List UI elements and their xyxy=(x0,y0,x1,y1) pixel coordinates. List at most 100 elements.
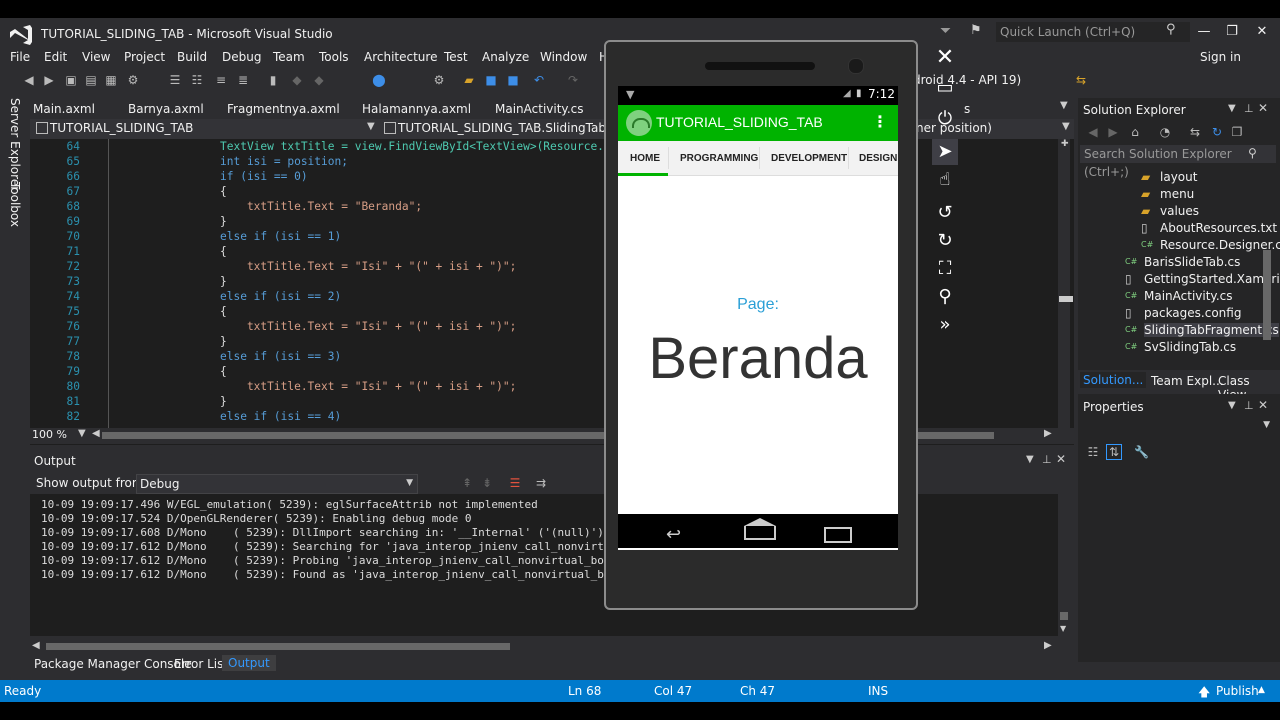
emulator-zoom-icon[interactable]: ⚲ xyxy=(932,284,958,310)
emulator-touch-icon[interactable]: ☝ xyxy=(932,167,958,193)
app-tab-home[interactable]: HOME xyxy=(630,153,660,164)
property-pages-icon[interactable]: 🔧 xyxy=(1134,445,1149,459)
emulator-more-icon[interactable]: » xyxy=(932,312,958,338)
zoom-dropdown-icon[interactable]: ▼ xyxy=(78,428,86,439)
solution-search-input[interactable]: Search Solution Explorer (Ctrl+;) xyxy=(1080,145,1276,179)
solution-scrollbar[interactable] xyxy=(1262,166,1272,356)
tab-error-list[interactable]: Error List xyxy=(174,657,228,671)
emulator-fit-screen-icon[interactable]: ⛶ xyxy=(932,256,958,282)
refresh-icon[interactable]: ↻ xyxy=(1210,125,1224,139)
tab-partial-right[interactable]: s xyxy=(964,102,970,116)
find-next-message-icon[interactable]: ⇟ xyxy=(480,476,494,490)
scroll-left-icon[interactable]: ◀ xyxy=(92,428,100,439)
feedback-icon[interactable]: ⚑ xyxy=(970,23,982,38)
publish-up-icon[interactable]: ▲ xyxy=(1258,685,1265,695)
new-project-icon[interactable]: ▣ xyxy=(64,73,78,87)
open-icon[interactable]: ▤ xyxy=(84,73,98,87)
menu-debug[interactable]: Debug xyxy=(222,50,261,64)
zoom-level[interactable]: 100 % xyxy=(32,428,67,441)
sign-in-link[interactable]: Sign in xyxy=(1200,50,1241,64)
menu-test[interactable]: Test xyxy=(444,50,468,64)
toolbar-extra-icon[interactable]: ⇆ xyxy=(1074,73,1088,87)
save-file-icon[interactable]: ■ xyxy=(484,73,498,87)
toolbox-tab[interactable]: Toolbox xyxy=(8,182,22,227)
output-pin-icon[interactable]: ⊥ xyxy=(1042,453,1052,466)
menu-view[interactable]: View xyxy=(82,50,110,64)
sol-forward-icon[interactable]: ▶ xyxy=(1106,125,1120,139)
props-close-icon[interactable]: ✕ xyxy=(1258,398,1268,412)
editor-vertical-scrollbar[interactable]: ✚ xyxy=(1058,139,1070,429)
app-tab-programming[interactable]: PROGRAMMING xyxy=(680,153,758,164)
props-object-selector[interactable]: ▼ xyxy=(1080,420,1272,434)
solution-tree-item[interactable]: layout xyxy=(1160,170,1197,184)
solution-tree-item[interactable]: SlidingTabFragment.cs xyxy=(1144,323,1279,337)
indent-icon[interactable]: ≡ xyxy=(214,73,228,87)
project-dropdown-icon[interactable]: ▼ xyxy=(367,121,375,132)
align-icon[interactable]: ☰ xyxy=(168,73,182,87)
clear-all-icon[interactable]: ☰ xyxy=(508,476,522,490)
project-selector[interactable]: TUTORIAL_SLIDING_TAB xyxy=(50,121,193,135)
outdent-icon[interactable]: ≣ xyxy=(236,73,250,87)
menu-architecture[interactable]: Architecture xyxy=(364,50,437,64)
output-close-icon[interactable]: ✕ xyxy=(1056,452,1066,466)
search-icon[interactable]: ⚲ xyxy=(1166,22,1176,37)
tab-team-explorer[interactable]: Team Expl... xyxy=(1151,374,1224,388)
emulator-power-icon[interactable]: ⏻ xyxy=(932,106,958,132)
menu-analyze[interactable]: Analyze xyxy=(482,50,529,64)
home-icon[interactable]: ⌂ xyxy=(1128,125,1142,139)
back-icon[interactable]: ◀ xyxy=(22,73,36,87)
nav-back-icon[interactable]: ⬤ xyxy=(372,73,386,87)
android-home-icon[interactable] xyxy=(744,518,776,540)
prev-bookmark-icon[interactable]: ◆ xyxy=(290,73,304,87)
tab-fragmentnya-axml[interactable]: Fragmentnya.axml xyxy=(227,102,340,116)
publish-arrow-icon[interactable]: 🡅 xyxy=(1198,683,1210,704)
menu-project[interactable]: Project xyxy=(124,50,165,64)
solution-tree-item[interactable]: AboutResources.txt xyxy=(1160,221,1277,235)
sol-pin-icon[interactable]: ⊥ xyxy=(1244,102,1254,115)
tab-solution-explorer[interactable]: Solution... xyxy=(1080,372,1147,388)
bookmark-icon[interactable]: ▮ xyxy=(266,73,280,87)
solution-tree-item[interactable]: menu xyxy=(1160,187,1194,201)
sol-search-icon[interactable]: ⚲ xyxy=(1248,146,1257,160)
props-dropdown-icon[interactable]: ▼ xyxy=(1228,400,1236,411)
redo-icon[interactable]: ↷ xyxy=(566,73,580,87)
publish-button[interactable]: Publish xyxy=(1216,684,1259,698)
output-scroll-right-icon[interactable]: ▶ xyxy=(1044,640,1052,651)
undo-icon[interactable]: ↶ xyxy=(532,73,546,87)
app-tab-design[interactable]: DESIGN xyxy=(859,153,897,164)
menu-team[interactable]: Team xyxy=(273,50,305,64)
build-icon[interactable]: ⚙ xyxy=(432,73,446,87)
forward-icon[interactable]: ▶ xyxy=(42,73,56,87)
emulator-rotate-left-icon[interactable]: ↺ xyxy=(932,200,958,226)
maximize-button[interactable]: ❐ xyxy=(1218,22,1246,42)
word-wrap-icon[interactable]: ⇉ xyxy=(534,476,548,490)
emulator-rotate-right-icon[interactable]: ↻ xyxy=(932,228,958,254)
android-back-icon[interactable]: ↩ xyxy=(666,524,681,545)
menu-edit[interactable]: Edit xyxy=(44,50,67,64)
tab-package-manager-console[interactable]: Package Manager Console xyxy=(34,657,192,671)
scroll-right-icon[interactable]: ▶ xyxy=(1044,428,1052,439)
solution-tree-item[interactable]: MainActivity.cs xyxy=(1144,289,1232,303)
overflow-menu-icon[interactable]: ⋮ xyxy=(872,112,888,131)
tab-mainactivity-cs[interactable]: MainActivity.cs xyxy=(495,102,583,116)
tab-output[interactable]: Output xyxy=(222,655,276,671)
emulator-close-icon[interactable]: ✕ xyxy=(932,45,958,71)
filter-icon[interactable]: ⏷ xyxy=(940,23,951,39)
settings-icon[interactable]: ⚙ xyxy=(126,73,140,87)
save-all-icon[interactable]: ■ xyxy=(506,73,520,87)
solution-tree-item[interactable]: packages.config xyxy=(1144,306,1241,320)
solution-tree-item[interactable]: GettingStarted.Xamarin xyxy=(1144,272,1280,286)
quick-launch-input[interactable]: Quick Launch (Ctrl+Q) xyxy=(996,22,1190,42)
folder-icon[interactable]: ▰ xyxy=(462,73,476,87)
menu-build[interactable]: Build xyxy=(177,50,207,64)
sol-close-icon[interactable]: ✕ xyxy=(1258,101,1268,115)
categorized-icon[interactable]: ☷ xyxy=(1086,445,1100,459)
server-explorer-tab[interactable]: Server Explorer xyxy=(8,98,22,191)
emulator-minimize-icon[interactable]: ▭ xyxy=(932,75,958,101)
output-hscroll-thumb[interactable] xyxy=(46,643,510,650)
show-output-select[interactable]: Debug ▼ xyxy=(136,474,418,494)
menu-window[interactable]: Window xyxy=(540,50,587,64)
output-scroll-left-icon[interactable]: ◀ xyxy=(32,640,40,651)
sol-back-icon[interactable]: ◀ xyxy=(1086,125,1100,139)
solution-tree-item[interactable]: BarisSlideTab.cs xyxy=(1144,255,1240,269)
